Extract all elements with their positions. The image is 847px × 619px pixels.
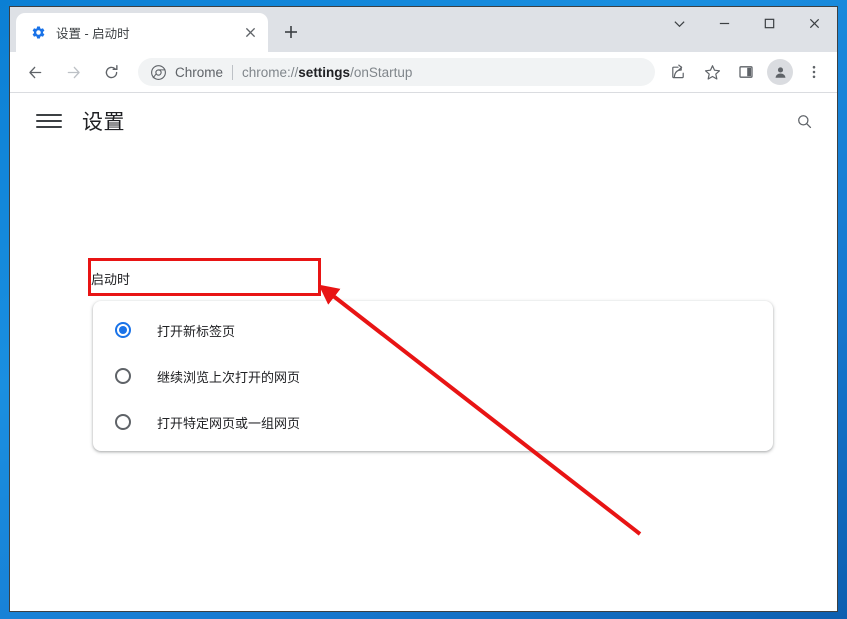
- omnibox-url: chrome://settings/onStartup: [242, 65, 412, 80]
- side-panel-icon[interactable]: [732, 58, 760, 86]
- browser-toolbar: Chrome chrome://settings/onStartup: [10, 52, 837, 93]
- section-label-on-startup: 启动时: [91, 272, 131, 287]
- radio-option-continue-where-left-off[interactable]: 继续浏览上次打开的网页: [93, 353, 773, 399]
- radio-label: 打开新标签页: [157, 323, 236, 339]
- window-maximize-icon[interactable]: [747, 7, 792, 39]
- omnibox-url-bold: settings: [298, 64, 351, 80]
- profile-avatar-icon[interactable]: [767, 59, 793, 85]
- radio-label: 打开特定网页或一组网页: [157, 415, 301, 431]
- omnibox-divider: [232, 64, 234, 80]
- search-icon[interactable]: [789, 106, 819, 136]
- radio-label: 继续浏览上次打开的网页: [157, 369, 301, 385]
- radio-button-selected[interactable]: [115, 322, 131, 338]
- radio-option-open-new-tab-page[interactable]: 打开新标签页: [93, 307, 773, 353]
- chrome-logo-icon: [150, 64, 166, 80]
- share-icon[interactable]: [664, 58, 692, 86]
- settings-page: 设置 启动时 打开新标签页 继续浏览上次打开的网页 打开特定网页或一组网页: [10, 93, 837, 611]
- chrome-browser-window: 设置 - 启动时 Chrome chrome://settings/onStar…: [9, 6, 838, 612]
- tab-title: 设置 - 启动时: [56, 27, 130, 41]
- browser-tab-settings[interactable]: 设置 - 启动时: [16, 13, 268, 52]
- new-tab-button[interactable]: [278, 19, 304, 45]
- radio-button-unselected[interactable]: [115, 414, 131, 430]
- three-dot-menu-icon[interactable]: [800, 58, 828, 86]
- page-title: 设置: [82, 111, 125, 134]
- tab-strip: 设置 - 启动时: [10, 7, 837, 52]
- window-close-icon[interactable]: [792, 7, 837, 39]
- window-controls: [657, 7, 837, 39]
- omnibox-url-suffix: /onStartup: [350, 64, 413, 80]
- reload-icon[interactable]: [96, 57, 126, 87]
- arrow-back-icon[interactable]: [20, 57, 50, 87]
- on-startup-options-card: 打开新标签页 继续浏览上次打开的网页 打开特定网页或一组网页: [93, 301, 773, 451]
- settings-gear-icon: [30, 25, 46, 41]
- settings-header: 设置: [10, 93, 837, 149]
- tab-close-icon[interactable]: [240, 23, 260, 43]
- radio-option-open-specific-pages[interactable]: 打开特定网页或一组网页: [93, 399, 773, 445]
- omnibox-scheme-label: Chrome: [175, 64, 224, 80]
- tab-search-chevron-down-icon[interactable]: [657, 7, 702, 39]
- address-bar[interactable]: Chrome chrome://settings/onStartup: [138, 58, 655, 86]
- window-minimize-icon[interactable]: [702, 7, 747, 39]
- star-icon[interactable]: [698, 58, 726, 86]
- arrow-forward-icon[interactable]: [58, 57, 88, 87]
- hamburger-menu-icon[interactable]: [36, 108, 62, 134]
- omnibox-url-prefix: chrome://: [242, 64, 299, 80]
- radio-button-unselected[interactable]: [115, 368, 131, 384]
- desktop-background: 设置 - 启动时 Chrome chrome://settings/onStar…: [0, 0, 847, 619]
